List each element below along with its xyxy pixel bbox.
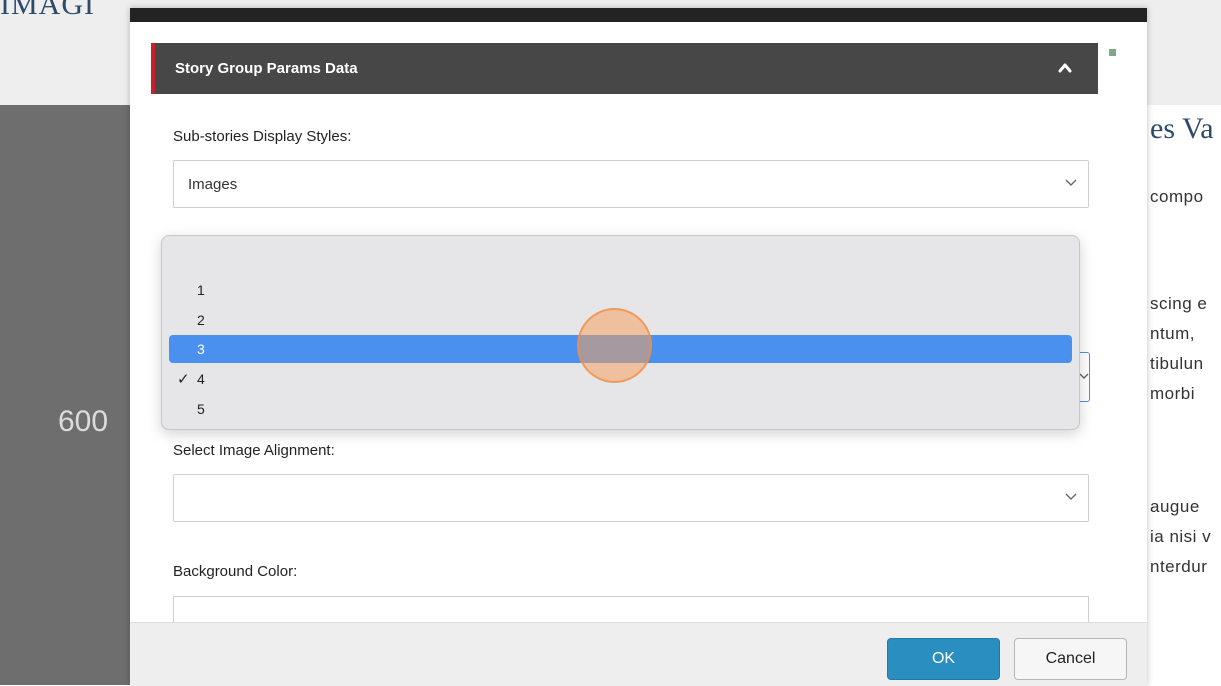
background-text-line: ntum,: [1150, 324, 1196, 343]
display-styles-label: Sub-stories Display Styles:: [173, 128, 352, 145]
background-color-label: Background Color:: [173, 563, 298, 580]
chevron-down-icon: [1065, 493, 1077, 500]
background-text-line: morbi: [1150, 384, 1196, 403]
background-color-input[interactable]: [173, 596, 1089, 622]
option-label: 1: [197, 282, 205, 298]
panel-title: Story Group Params Data: [175, 60, 358, 77]
option-label: 3: [197, 341, 205, 357]
panel-header[interactable]: Story Group Params Data: [151, 43, 1098, 94]
display-styles-value: Images: [188, 176, 238, 193]
option-label: 5: [197, 401, 205, 417]
dropdown-option-highlighted[interactable]: 3: [169, 335, 1072, 363]
select-dropdown-menu: 1 2 3 ✓ 4 5: [161, 235, 1080, 430]
checkmark-icon: ✓: [177, 371, 190, 388]
background-text-line: nterdur: [1150, 557, 1208, 576]
image-alignment-label: Select Image Alignment:: [173, 442, 335, 459]
chevron-up-icon[interactable]: [1052, 55, 1078, 81]
background-heading: es Va: [1150, 112, 1214, 145]
background-text-line: augue: [1150, 497, 1200, 516]
dropdown-option-selected[interactable]: ✓ 4: [169, 365, 1072, 393]
background-text-line: tibulun: [1150, 354, 1204, 373]
chevron-down-icon: [1065, 179, 1077, 186]
ok-button[interactable]: OK: [887, 638, 1000, 680]
option-label: 2: [197, 312, 205, 328]
cancel-button[interactable]: Cancel: [1014, 638, 1127, 680]
background-text-line: compo: [1150, 187, 1204, 206]
background-number: 600: [58, 405, 109, 438]
option-label: 4: [197, 371, 205, 387]
image-alignment-select[interactable]: [173, 474, 1089, 522]
dropdown-option[interactable]: 1: [169, 276, 1072, 304]
display-styles-select[interactable]: Images: [173, 160, 1089, 208]
dropdown-option[interactable]: 5: [169, 395, 1072, 423]
background-text-line: scing e: [1150, 294, 1208, 313]
modal-top-bar: [130, 8, 1147, 22]
background-text-line: ia nisi v: [1150, 527, 1212, 546]
background-gray-panel: [0, 105, 140, 685]
status-indicator: [1109, 49, 1116, 56]
background-title: IMAGI: [0, 0, 95, 21]
dropdown-option[interactable]: 2: [169, 306, 1072, 334]
